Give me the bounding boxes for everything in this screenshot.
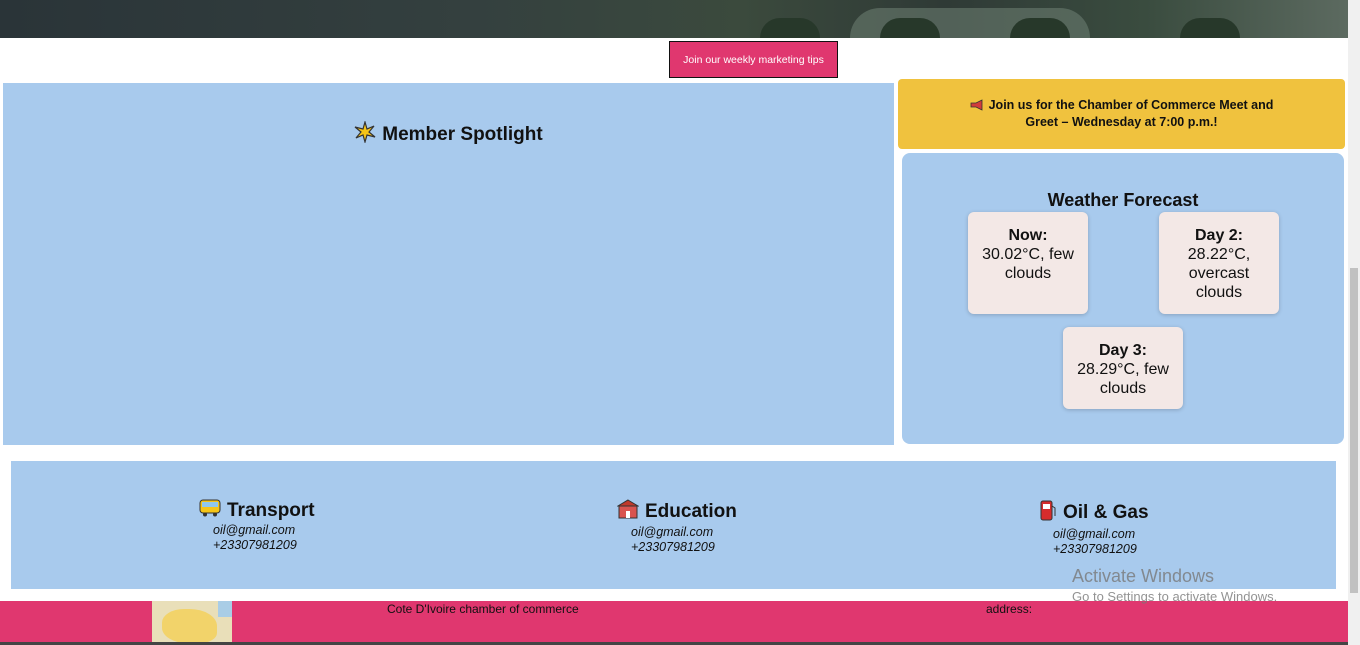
join-marketing-tips-button[interactable]: Join our weekly marketing tips	[669, 41, 838, 78]
forecast-card-now: Now: 30.02°C, few clouds	[968, 212, 1088, 314]
fuel-pump-icon	[1039, 499, 1057, 527]
os-activation-watermark: Activate Windows Go to Settings to activ…	[1072, 566, 1278, 604]
category-transport[interactable]: Transport oil@gmail.com +23307981209	[199, 499, 399, 553]
forecast-card-day2: Day 2: 28.22°C, overcast clouds	[1159, 212, 1279, 314]
category-email: oil@gmail.com	[1053, 527, 1136, 541]
member-spotlight-title: Member Spotlight	[3, 119, 894, 149]
category-phone: +23307981209	[1053, 542, 1137, 556]
category-email: oil@gmail.com	[213, 523, 296, 537]
footer-org-name: Cote D'Ivoire chamber of commerce	[387, 602, 579, 616]
scrollbar-thumb[interactable]	[1350, 268, 1358, 593]
footer-address-label: address:	[986, 602, 1033, 616]
event-announcement-banner: Join us for the Chamber of Commerce Meet…	[898, 79, 1345, 149]
bus-icon	[199, 499, 221, 523]
megaphone-icon	[970, 99, 985, 115]
category-oil-gas[interactable]: Oil & Gas oil@gmail.com +23307981209	[1039, 499, 1239, 557]
member-spotlight-section: Member Spotlight	[3, 83, 894, 445]
map-icon	[152, 601, 232, 645]
category-phone: +23307981209	[631, 540, 715, 554]
weather-title: Weather Forecast	[1047, 190, 1199, 210]
category-phone: +23307981209	[213, 538, 297, 552]
forecast-card-day3: Day 3: 28.29°C, few clouds	[1063, 327, 1183, 409]
announcement-text: Join us for the Chamber of Commerce Meet…	[988, 98, 1274, 129]
weather-forecast-panel: Weather Forecast Now: 30.02°C, few cloud…	[902, 153, 1344, 444]
category-email: oil@gmail.com	[631, 525, 714, 539]
category-education[interactable]: Education oil@gmail.com +23307981209	[616, 499, 817, 555]
sparkle-icon	[354, 119, 376, 149]
hero-image	[0, 0, 1348, 38]
school-icon	[616, 499, 640, 525]
footer: Cote D'Ivoire chamber of commerce addres…	[0, 601, 1348, 645]
